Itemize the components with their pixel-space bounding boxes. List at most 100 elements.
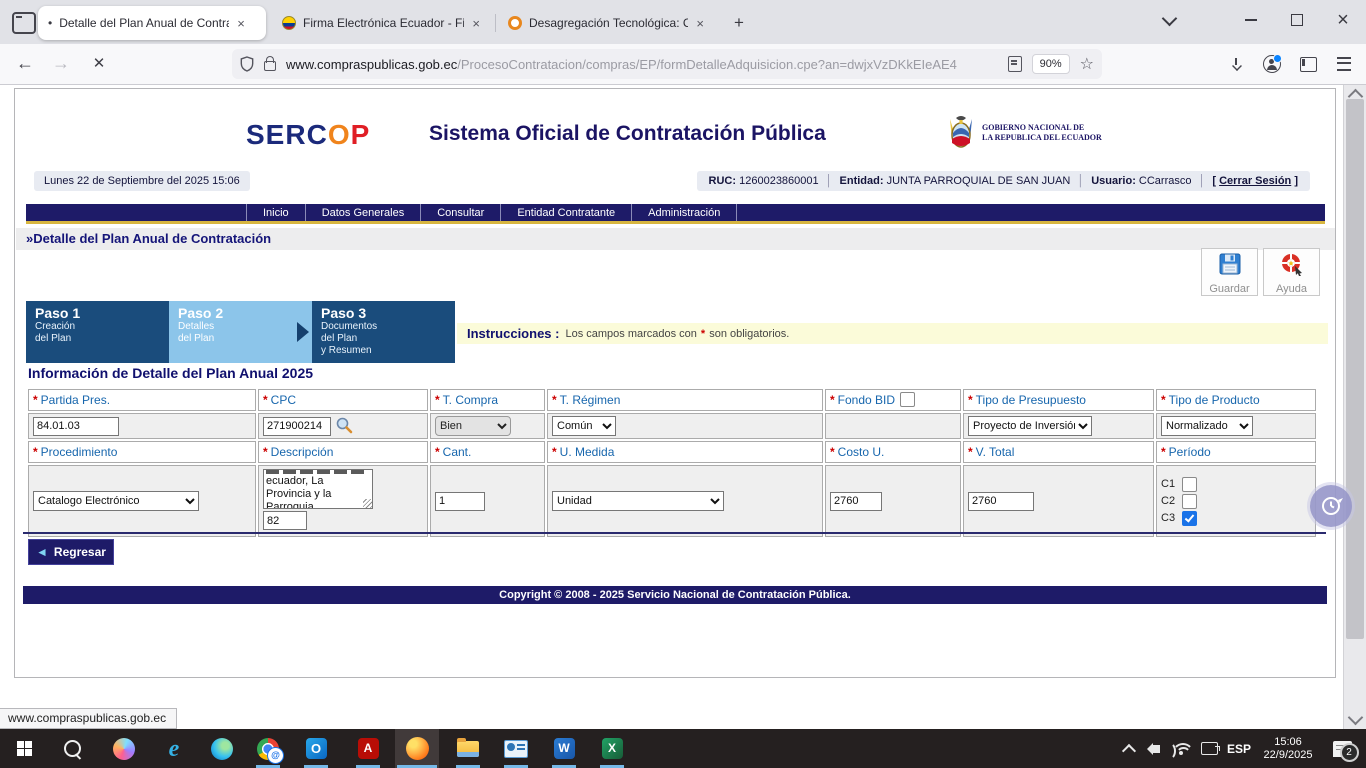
new-tab-button[interactable]: + <box>726 10 752 36</box>
bookmark-star-icon[interactable]: ☆ <box>1080 54 1094 74</box>
tab-list-chevron-icon[interactable] <box>1146 0 1192 40</box>
tray-language[interactable]: ESP <box>1222 729 1256 768</box>
taskbar-internet-explorer-button[interactable]: e <box>152 729 196 768</box>
descripcion-textarea[interactable]: ecuador, La Provincia y la Parroquia. <box>263 469 373 509</box>
stop-reload-button[interactable]: ✕ <box>84 48 114 78</box>
taskbar-edge-button[interactable] <box>200 729 244 768</box>
procedimiento-header: *Procedimiento <box>28 441 256 463</box>
fondo-bid-checkbox[interactable] <box>900 392 915 407</box>
back-button[interactable]: ← <box>10 48 40 78</box>
step-1[interactable]: Paso 1 Creación del Plan <box>26 301 169 363</box>
https-lock-icon[interactable] <box>264 61 276 71</box>
sidebar-icon[interactable] <box>1294 50 1322 78</box>
downloads-icon[interactable] <box>1222 50 1250 78</box>
taskbar-excel-button[interactable]: X <box>590 729 634 768</box>
close-window-button[interactable]: × <box>1320 0 1366 40</box>
tab-modified-dot: • <box>48 16 52 30</box>
menu-datos-generales[interactable]: Datos Generales <box>306 204 422 221</box>
help-button[interactable]: Ayuda <box>1263 248 1320 296</box>
cpc-search-icon[interactable] <box>335 416 353 434</box>
cast-screen-icon <box>1201 742 1218 755</box>
taskbar-search-button[interactable] <box>50 729 94 768</box>
tab-separator <box>495 14 496 32</box>
umedida-select[interactable]: Unidad <box>552 491 724 511</box>
vtotal-header: *V. Total <box>963 441 1154 463</box>
firefox-view-icon[interactable] <box>12 12 36 34</box>
vertical-scrollbar[interactable] <box>1343 85 1366 729</box>
tray-cast[interactable] <box>1196 729 1222 768</box>
cpc-header: *CPC <box>258 389 428 411</box>
windows-taskbar: e @ O A W X ESP 15:0622/9/2025 2 <box>0 729 1366 768</box>
menu-consultar[interactable]: Consultar <box>421 204 501 221</box>
browser-tab-bar: • Detalle del Plan Anual de Contra × Fir… <box>0 0 1366 44</box>
plan-detail-form: *Partida Pres. *CPC *T. Compra *T. Régim… <box>26 387 1318 539</box>
zoom-level-badge[interactable]: 90% <box>1032 54 1070 74</box>
tab-detalle-plan[interactable]: • Detalle del Plan Anual de Contra × <box>38 6 266 40</box>
tipo-producto-select[interactable]: Normalizado <box>1161 416 1253 436</box>
taskbar-firefox-button-active[interactable] <box>395 729 439 768</box>
taskbar-acrobat-button[interactable]: A <box>346 729 390 768</box>
ecuador-coat-of-arms-icon <box>946 113 976 153</box>
cantidad-input[interactable] <box>435 492 485 511</box>
periodo-c1-checkbox[interactable] <box>1182 477 1197 492</box>
menu-entidad-contratante[interactable]: Entidad Contratante <box>501 204 632 221</box>
costo-input[interactable] <box>830 492 882 511</box>
reader-view-icon[interactable] <box>1008 56 1022 72</box>
periodo-c3-checkbox[interactable] <box>1182 511 1197 526</box>
tab-firma-electronica[interactable]: Firma Electrónica Ecuador - Firm × <box>272 6 490 40</box>
taskbar-file-explorer-button[interactable] <box>446 729 490 768</box>
step-3[interactable]: Paso 3 Documentos del Plan y Resumen <box>312 301 455 363</box>
restore-button[interactable] <box>1274 0 1320 40</box>
vtotal-input[interactable] <box>968 492 1034 511</box>
taskbar-chrome-button[interactable]: @ <box>246 729 290 768</box>
sercop-logo: SERCOP <box>246 119 370 151</box>
scrollbar-thumb[interactable] <box>1346 99 1364 639</box>
tray-wifi[interactable] <box>1170 729 1196 768</box>
taskbar-outlook-button[interactable]: O <box>294 729 338 768</box>
regresar-button[interactable]: ◄ Regresar <box>28 539 114 565</box>
main-menu-bar: Inicio Datos Generales Consultar Entidad… <box>26 204 1325 221</box>
clock-icon <box>1319 494 1343 518</box>
cpc-input[interactable] <box>263 417 331 436</box>
descripcion-code-input[interactable] <box>263 511 307 530</box>
tipo-presupuesto-select[interactable]: Proyecto de Inversión <box>968 416 1092 436</box>
partida-input[interactable] <box>33 417 119 436</box>
menu-hamburger-icon[interactable] <box>1330 50 1358 78</box>
notification-badge: 2 <box>1340 743 1359 762</box>
close-tab-icon[interactable]: × <box>696 16 704 31</box>
menu-inicio[interactable]: Inicio <box>247 204 306 221</box>
desagregacion-favicon <box>508 16 522 30</box>
close-tab-icon[interactable]: × <box>472 16 480 31</box>
section-title: Información de Detalle del Plan Anual 20… <box>28 365 313 381</box>
procedimiento-select[interactable]: Catalogo Electrónico <box>33 491 199 511</box>
minimize-button[interactable] <box>1228 0 1274 40</box>
taskbar-word-button[interactable]: W <box>542 729 586 768</box>
url-bar[interactable]: www.compraspublicas.gob.ec/ProcesoContra… <box>232 49 1102 79</box>
scroll-down-icon[interactable] <box>1348 710 1364 726</box>
tracking-shield-icon[interactable] <box>240 56 254 72</box>
taskbar-copilot-button[interactable] <box>102 729 146 768</box>
breadcrumb-strip: »Detalle del Plan Anual de Contratación <box>16 228 1335 250</box>
save-button[interactable]: Guardar <box>1201 248 1258 296</box>
account-icon[interactable] <box>1258 50 1286 78</box>
menu-administracion[interactable]: Administración <box>632 204 737 221</box>
start-button[interactable] <box>2 729 46 768</box>
close-tab-icon[interactable]: × <box>237 16 245 31</box>
logout-link[interactable]: Cerrar Sesión <box>1219 175 1291 187</box>
forward-button[interactable]: → <box>46 48 76 78</box>
tray-hidden-icons-chevron[interactable] <box>1116 729 1142 768</box>
wifi-icon <box>1174 743 1192 755</box>
resize-grip-icon[interactable] <box>363 499 372 508</box>
tray-clock[interactable]: 15:0622/9/2025 <box>1256 729 1320 768</box>
periodo-c2-checkbox[interactable] <box>1182 494 1197 509</box>
floating-clock-widget[interactable] <box>1310 485 1352 527</box>
tray-notifications[interactable]: 2 <box>1324 729 1360 768</box>
clipped-text-line <box>266 470 368 474</box>
outlook-icon: O <box>306 738 327 759</box>
step-2-active[interactable]: Paso 2 Detalles del Plan <box>169 301 312 363</box>
tab-desagregacion[interactable]: Desagregación Tecnológica: Cál × <box>498 6 714 40</box>
taskbar-app-button[interactable] <box>494 729 538 768</box>
tray-volume[interactable] <box>1142 729 1170 768</box>
tregimen-select[interactable]: Común <box>552 416 616 436</box>
page-content: SERCOP Sistema Oficial de Contratación P… <box>14 88 1336 678</box>
